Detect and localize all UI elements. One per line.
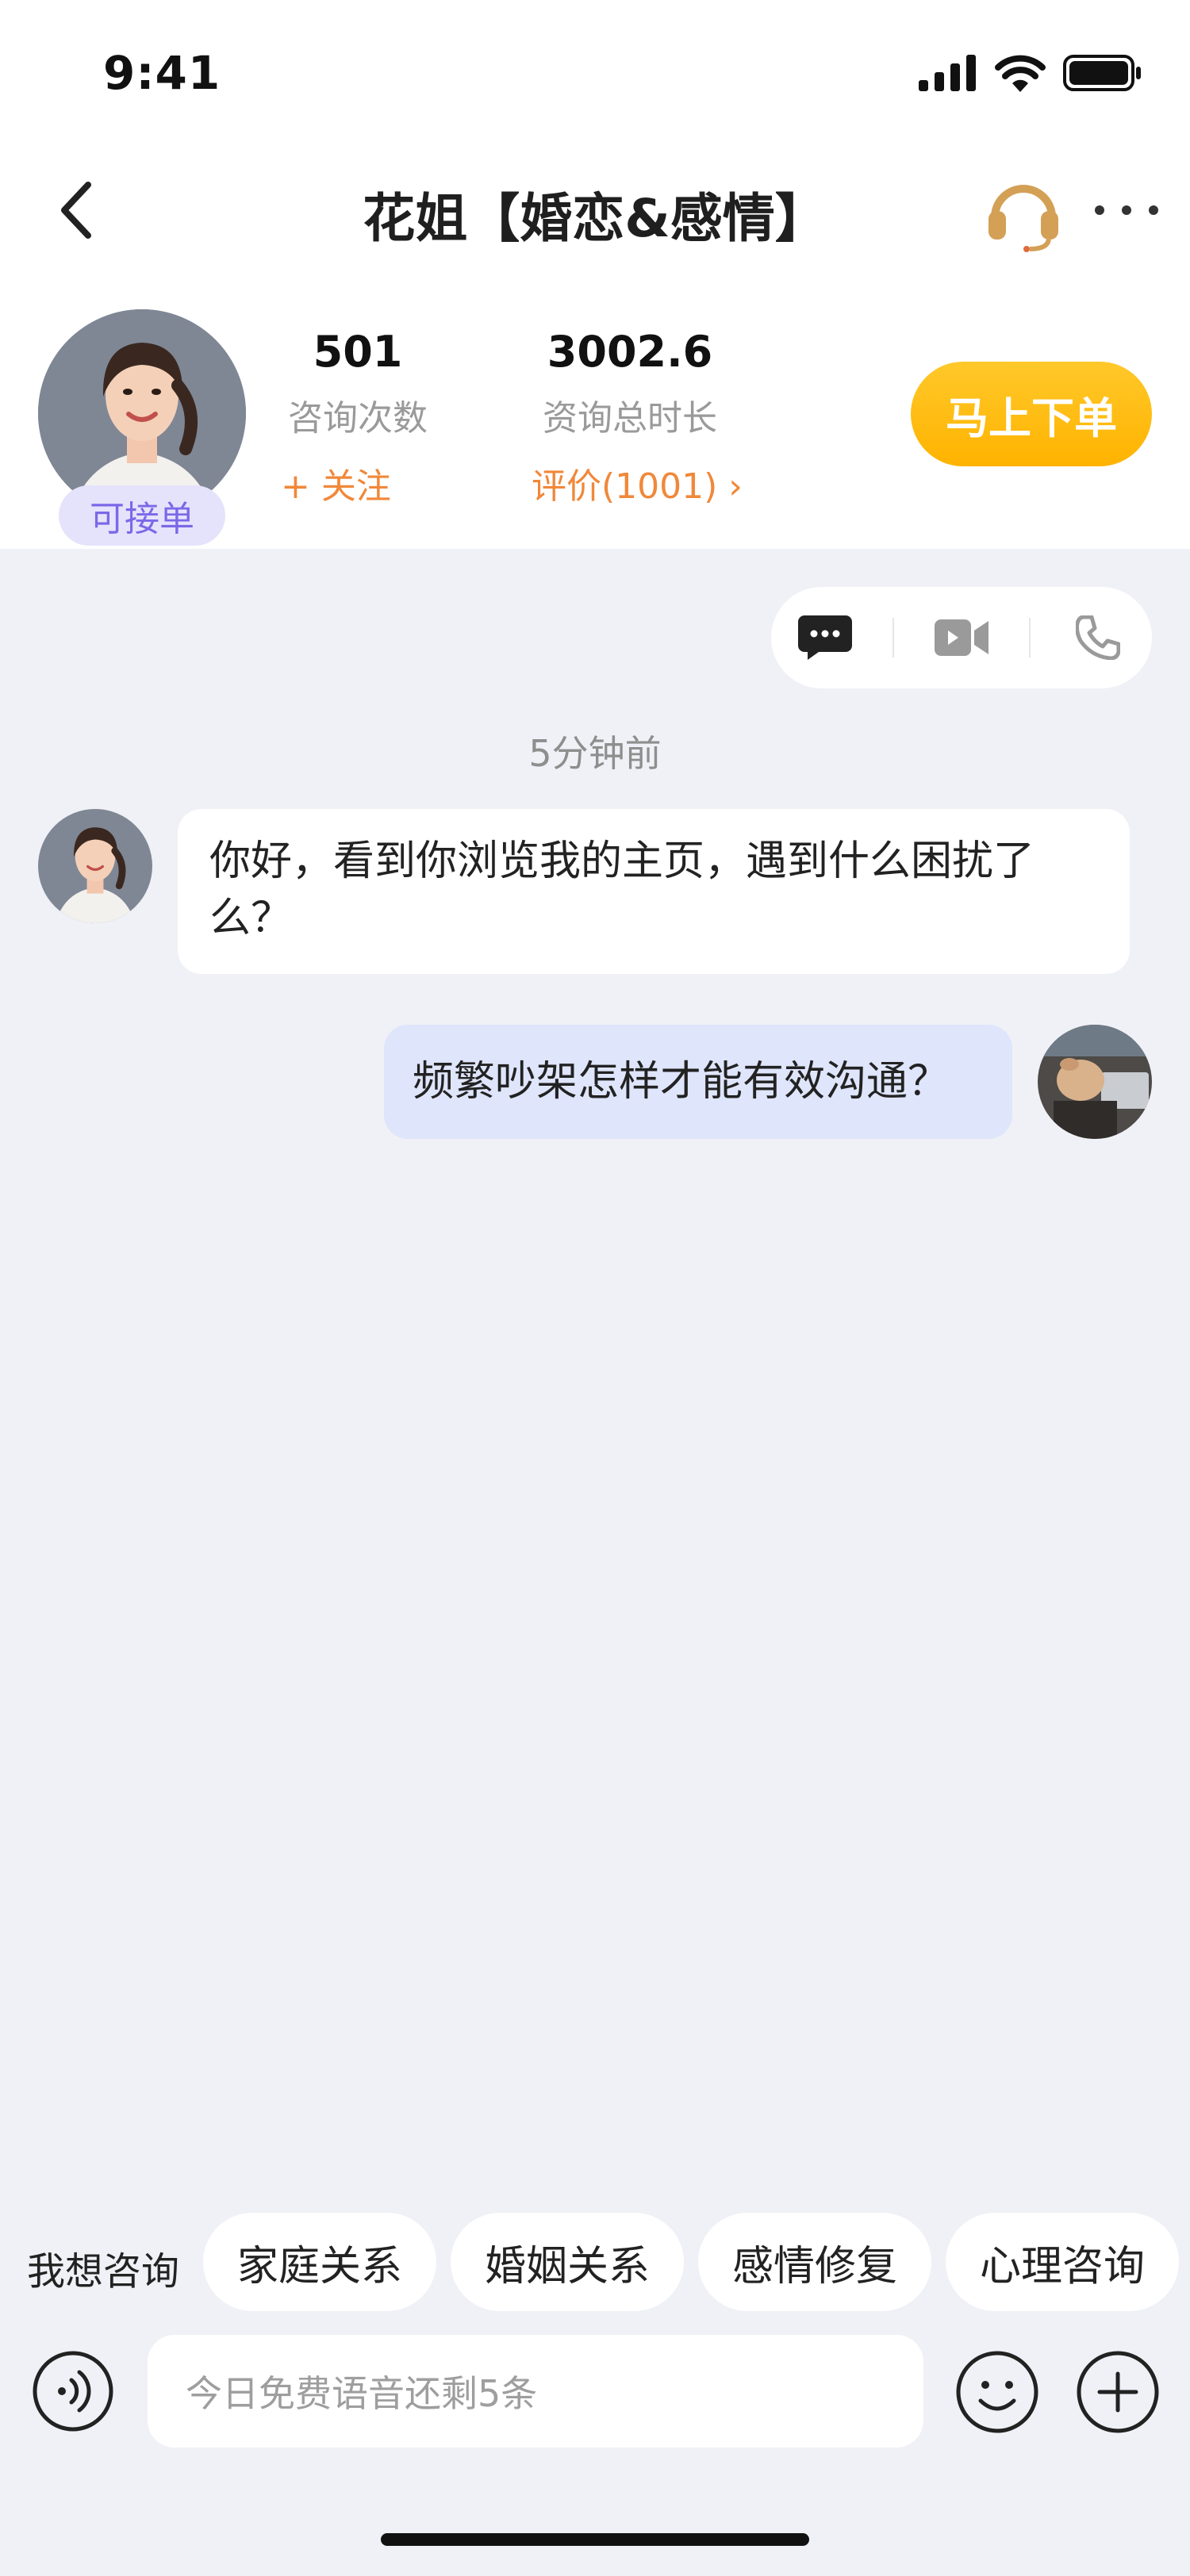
consult-duration-label: 资询总时长 bbox=[543, 398, 717, 439]
topic-chip-family[interactable]: 家庭关系 bbox=[203, 2213, 436, 2311]
mode-divider bbox=[1029, 618, 1031, 657]
topic-chip-relationship-repair[interactable]: 感情修复 bbox=[698, 2213, 931, 2311]
battery-icon bbox=[1063, 55, 1141, 91]
video-mode-button[interactable] bbox=[922, 598, 1001, 677]
user-avatar-image bbox=[1038, 1025, 1152, 1139]
chat-bubble-icon bbox=[797, 615, 852, 660]
smiley-face-icon bbox=[956, 2351, 1038, 2433]
more-dots-icon bbox=[1095, 205, 1104, 215]
consultant-message-avatar[interactable] bbox=[38, 809, 152, 923]
order-now-button[interactable]: 马上下单 bbox=[911, 362, 1152, 466]
message-input[interactable]: 今日免费语音还剩5条 bbox=[148, 2335, 923, 2448]
status-icons bbox=[919, 54, 1142, 92]
phone-icon bbox=[1076, 615, 1121, 660]
follow-button[interactable]: + 关注 bbox=[281, 458, 441, 508]
consult-duration-value: 3002.6 bbox=[547, 327, 713, 377]
more-actions-button[interactable] bbox=[1076, 2350, 1160, 2434]
cellular-signal-icon bbox=[919, 55, 976, 91]
chat-mode-button[interactable] bbox=[785, 598, 865, 677]
voice-wave-icon bbox=[33, 2351, 113, 2432]
wifi-icon bbox=[995, 55, 1046, 92]
video-camera-icon bbox=[934, 619, 988, 656]
consult-count-stat: 501 咨询次数 + 关注 bbox=[274, 327, 441, 508]
consult-count-value: 501 bbox=[313, 327, 403, 377]
nav-bar: 花姐【婚恋&感情】 bbox=[0, 143, 1190, 278]
headset-icon bbox=[988, 185, 1058, 252]
consultant-message-bubble[interactable]: 你好，看到你浏览我的主页，遇到什么困扰了么？ bbox=[178, 809, 1130, 974]
emoji-button[interactable] bbox=[955, 2350, 1039, 2434]
voice-input-button[interactable] bbox=[32, 2350, 114, 2432]
consult-duration-stat: 3002.6 资询总时长 评价(1001) › bbox=[527, 327, 743, 508]
home-indicator[interactable] bbox=[381, 2533, 809, 2546]
consultant-avatar-wrap[interactable]: 可接单 bbox=[38, 309, 246, 546]
plus-circle-icon bbox=[1077, 2351, 1159, 2433]
phone-mode-button[interactable] bbox=[1058, 598, 1138, 677]
availability-badge: 可接单 bbox=[59, 485, 225, 546]
topic-chip-psychology[interactable]: 心理咨询 bbox=[946, 2213, 1179, 2311]
status-time: 9:41 bbox=[103, 46, 221, 100]
customer-service-button[interactable] bbox=[984, 173, 1063, 252]
message-timestamp: 5分钟前 bbox=[528, 732, 662, 775]
quick-topics: 我想咨询 家庭关系 婚姻关系 感情修复 心理咨询 bbox=[0, 2213, 1190, 2311]
more-button[interactable] bbox=[1095, 186, 1158, 234]
user-message-bubble[interactable]: 频繁吵架怎样才能有效沟通？ bbox=[384, 1025, 1012, 1139]
consult-count-label: 咨询次数 bbox=[288, 398, 428, 439]
reviews-link[interactable]: 评价(1001) › bbox=[532, 458, 743, 508]
quick-topics-label: 我想咨询 bbox=[27, 2249, 180, 2294]
consultant-portrait-small bbox=[38, 809, 152, 923]
contact-mode-switch bbox=[771, 587, 1152, 688]
mode-divider bbox=[892, 618, 894, 657]
status-bar: 9:41 bbox=[0, 0, 1190, 143]
consultant-profile: 可接单 501 咨询次数 + 关注 3002.6 资询总时长 评价(1001) … bbox=[0, 278, 1190, 549]
topic-chip-marriage[interactable]: 婚姻关系 bbox=[451, 2213, 684, 2311]
user-message-avatar[interactable] bbox=[1038, 1025, 1152, 1139]
